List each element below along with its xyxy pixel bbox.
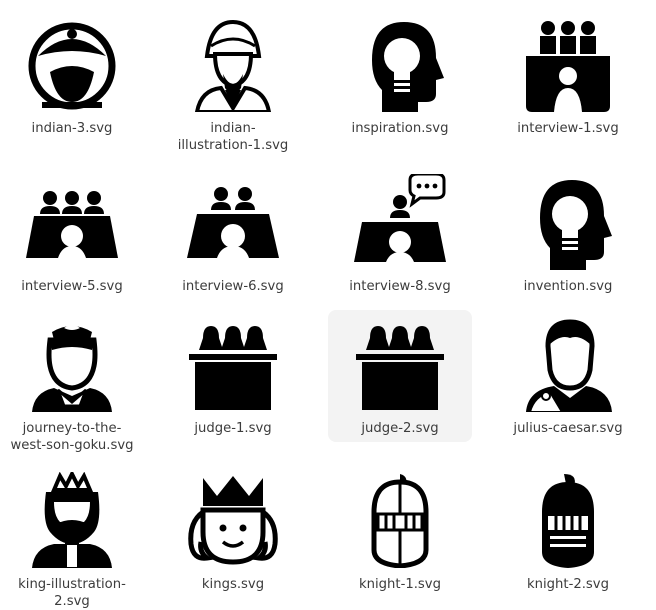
file-tile[interactable]: interview-5.svg: [0, 168, 144, 300]
file-label: indian-3.svg: [31, 121, 113, 136]
knight-helmet-dark-icon: [520, 472, 616, 568]
judges-bench-icon: [352, 316, 448, 412]
file-label: interview-8.svg: [349, 279, 451, 294]
head-lightbulb-icon: [520, 174, 616, 270]
file-tile[interactable]: knight-1.svg: [328, 466, 472, 598]
file-label: judge-2.svg: [361, 421, 439, 436]
file-label: interview-5.svg: [21, 279, 123, 294]
file-label: knight-1.svg: [359, 577, 441, 592]
head-lightbulb-icon: [352, 16, 448, 112]
interview-speech-icon: [352, 172, 448, 270]
file-tile[interactable]: invention.svg: [496, 168, 640, 300]
file-label: journey-to-the- west-son-goku.svg: [10, 421, 134, 453]
file-tile[interactable]: julius-caesar.svg: [496, 310, 640, 442]
crowned-face-icon: [185, 472, 281, 568]
file-tile[interactable]: kings.svg: [161, 466, 305, 598]
judges-bench-icon: [185, 316, 281, 412]
file-label: king-illustration- 2.svg: [18, 577, 126, 609]
file-label: knight-2.svg: [527, 577, 609, 592]
file-label: indian- illustration-1.svg: [177, 121, 289, 153]
file-tile[interactable]: interview-1.svg: [496, 10, 640, 142]
file-label: interview-1.svg: [517, 121, 619, 136]
file-tile[interactable]: indian-3.svg: [0, 10, 144, 142]
icon-grid: indian-3.svg indian- illustration-1.svg …: [0, 0, 656, 609]
king-icon: [24, 469, 120, 569]
julius-caesar-icon: [520, 316, 616, 413]
file-label: invention.svg: [523, 279, 613, 294]
file-label: judge-1.svg: [194, 421, 272, 436]
file-label: interview-6.svg: [182, 279, 284, 294]
knight-helmet-icon: [352, 472, 448, 569]
son-goku-icon: [24, 316, 120, 412]
interview-panel-icon: [520, 16, 616, 112]
file-label: kings.svg: [201, 577, 265, 592]
turban-man-masked-icon: [24, 16, 120, 112]
file-tile[interactable]: journey-to-the- west-son-goku.svg: [0, 310, 144, 453]
interview-table-icon: [24, 174, 120, 270]
file-tile[interactable]: judge-2.svg: [328, 310, 472, 442]
file-tile[interactable]: interview-6.svg: [161, 168, 305, 300]
file-tile[interactable]: inspiration.svg: [328, 10, 472, 142]
file-label: inspiration.svg: [351, 121, 449, 136]
file-tile[interactable]: interview-8.svg: [328, 168, 472, 300]
interview-table-two-icon: [185, 174, 281, 270]
file-label: julius-caesar.svg: [513, 421, 623, 436]
file-tile[interactable]: judge-1.svg: [161, 310, 305, 442]
file-tile[interactable]: knight-2.svg: [496, 466, 640, 598]
turban-bearded-man-icon: [185, 16, 281, 114]
file-tile[interactable]: indian- illustration-1.svg: [161, 10, 305, 153]
file-tile[interactable]: king-illustration- 2.svg: [0, 466, 144, 609]
